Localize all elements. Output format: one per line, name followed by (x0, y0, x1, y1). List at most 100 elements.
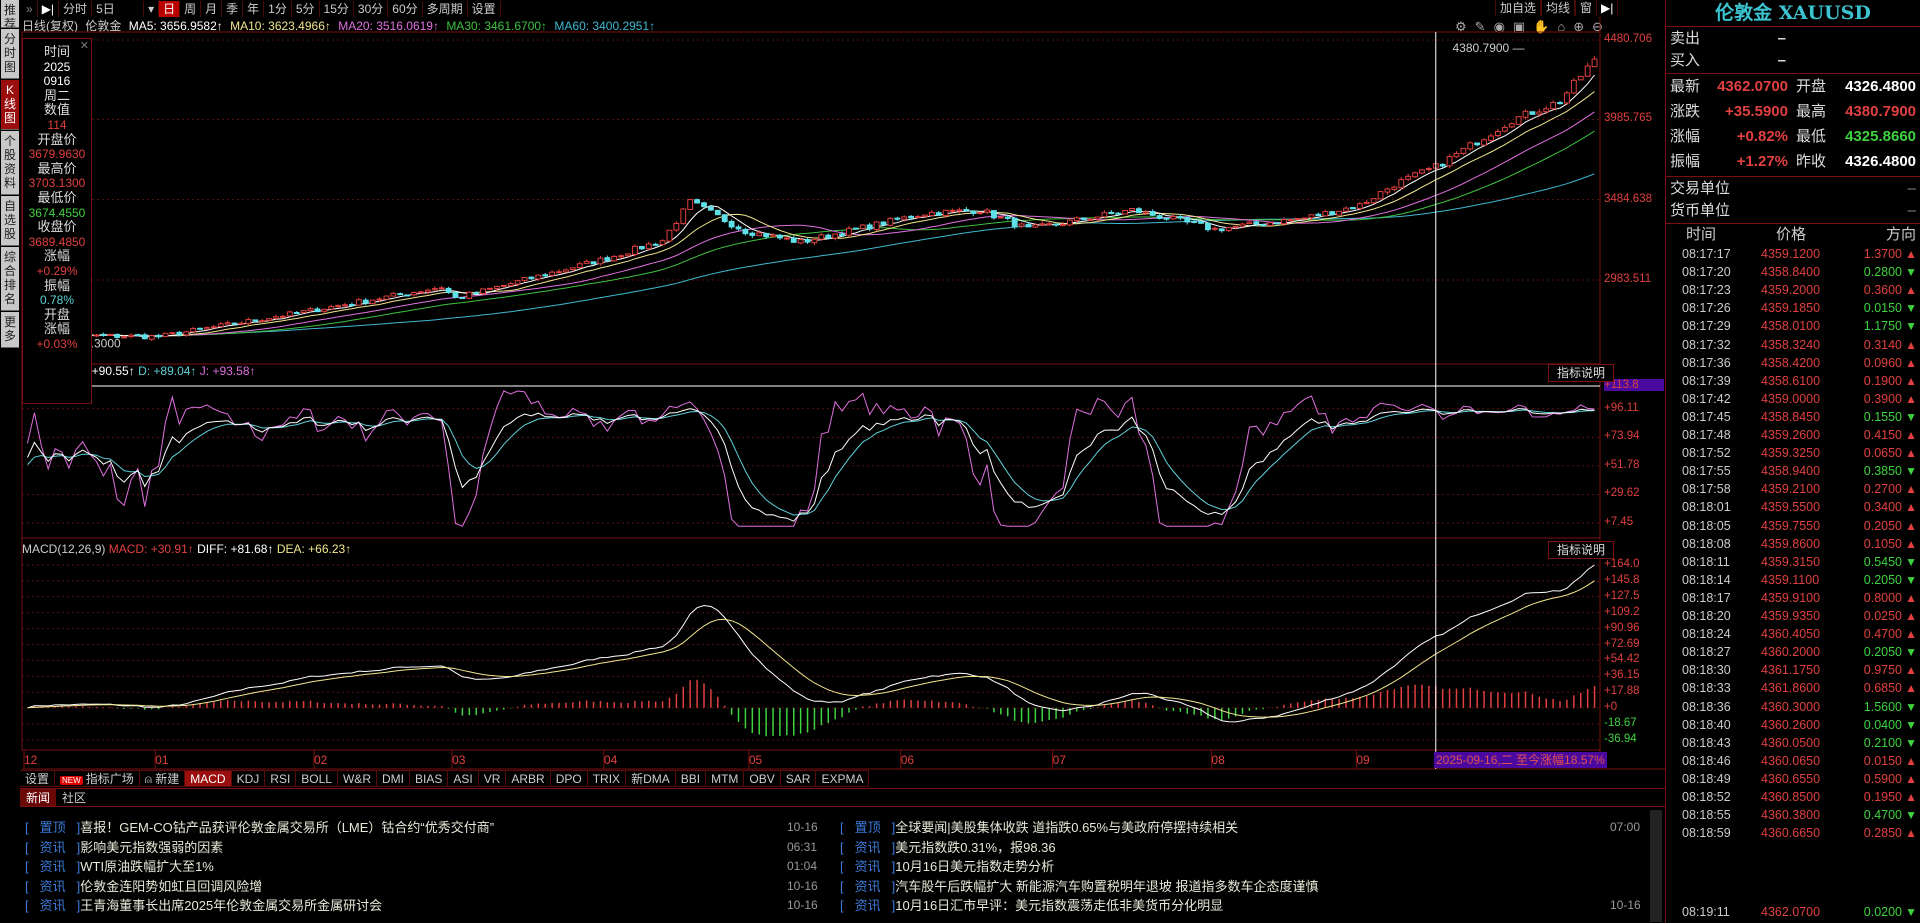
news-tag[interactable]: 资讯 (844, 877, 892, 896)
indicator-tab-label: SAR (785, 772, 811, 786)
news-title[interactable]: 汽车股午后跌幅扩大 新能源汽车购置税明年退坡 报道指多数车企态度谨慎 (895, 879, 1318, 894)
candle (445, 287, 452, 293)
indicator-tab-14[interactable]: TRIX (587, 770, 627, 787)
candle (1329, 211, 1336, 216)
candle (141, 334, 148, 340)
indicator-tab-6[interactable]: BOLL (296, 770, 338, 787)
news-tag[interactable]: 置顶 (29, 818, 77, 837)
indicator-tab-0[interactable]: 设置 (20, 770, 56, 787)
news-item[interactable]: [资讯]WTI原油跌幅扩大至1% 01:04 (25, 857, 847, 876)
macd-axis-label: -18.67 (1604, 717, 1637, 730)
candle (542, 274, 549, 277)
news-title[interactable]: 美元指数跌0.31%，报98.36 (895, 840, 1055, 855)
news-tag[interactable]: 资讯 (844, 857, 892, 876)
x-axis-label: 06 (901, 753, 915, 767)
candle (521, 277, 528, 281)
trade-price: 4359.9100 (1761, 590, 1821, 605)
news-title[interactable]: 王青海董事长出席2025年伦敦金属交易所金属研讨会 (80, 898, 382, 913)
candle (1481, 139, 1488, 146)
indicator-tab-17[interactable]: MTM (706, 770, 745, 787)
trade-price: 4358.0100 (1761, 319, 1821, 334)
news-item[interactable]: [资讯]伦敦金连阳势如虹且回调风险增 10-16 (25, 877, 847, 896)
news-tag[interactable]: 资讯 (844, 896, 892, 915)
indicator-tab-10[interactable]: ASI (448, 770, 479, 787)
news-title[interactable]: 10月16日汇市早评：美元指数震荡走低非美货币分化明显 (895, 898, 1223, 913)
candle (1253, 221, 1260, 225)
arrow-down-icon: ▼ (1905, 905, 1917, 919)
news-tag[interactable]: 资讯 (29, 857, 77, 876)
candle (1301, 217, 1308, 220)
news-tab-0[interactable]: 新闻 (20, 789, 57, 806)
news-item[interactable]: [资讯]汽车股午后跌幅扩大 新能源汽车购置税明年退坡 报道指多数车企态度谨慎 (840, 877, 1670, 896)
candle (956, 209, 963, 212)
indicator-tab-label: BIAS (414, 772, 443, 786)
info-item: 3703.1300 (28, 176, 86, 191)
close-icon[interactable]: ✕ (80, 39, 89, 54)
news-item[interactable]: [置顶]喜报！GEM-CO钴产品获评伦敦金属交易所（LME）钴合约“优秀交付商”… (25, 818, 847, 837)
indicator-tab-20[interactable]: EXPMA (816, 770, 870, 787)
arrow-up-icon: ▲ (1905, 446, 1917, 461)
indicator-tab-19[interactable]: SAR (780, 770, 817, 787)
news-tag[interactable]: 资讯 (29, 896, 77, 915)
info-item: 最高价 (37, 160, 77, 176)
trade-row: 08:18:14 4359.1100 0.2050 ▼ (1666, 571, 1920, 589)
indicator-tab-16[interactable]: BBI (675, 770, 707, 787)
trade-row: 08:17:29 4358.0100 1.1750 ▼ (1666, 317, 1920, 335)
news-title[interactable]: 伦敦金连阳势如虹且回调风险增 (80, 879, 262, 894)
indicator-tab-1[interactable]: NEW 指标广场 (55, 770, 140, 787)
indicator-tab-18[interactable]: OBV (744, 770, 781, 787)
indicator-tab-7[interactable]: W&R (337, 770, 377, 787)
arrow-up-icon: ▲ (1905, 247, 1917, 261)
indicator-tab-11[interactable]: VR (478, 770, 507, 787)
candle (1584, 65, 1591, 77)
news-item[interactable]: [置顶]全球要闻|美股集体收跌 道指跌0.65%与美政府停摆持续相关 07:00 (840, 818, 1670, 837)
trade-price: 4359.3150 (1761, 554, 1821, 569)
news-title[interactable]: 全球要闻|美股集体收跌 道指跌0.65%与美政府停摆持续相关 (895, 820, 1238, 835)
news-item[interactable]: [资讯]影响美元指数强弱的因素 06:31 (25, 838, 847, 857)
candle (210, 326, 217, 329)
news-scrollbar[interactable] (1650, 810, 1662, 922)
buy-row: 买入 – (1670, 50, 1916, 72)
info-item: 涨幅 (43, 248, 70, 264)
candle (597, 257, 604, 265)
sell-label: 卖出 (1670, 30, 1701, 47)
candle (162, 332, 169, 337)
candle (832, 233, 839, 239)
news-tag[interactable]: 资讯 (29, 877, 77, 896)
news-tag[interactable]: 资讯 (29, 838, 77, 857)
trade-price: 4360.4050 (1761, 627, 1821, 642)
news-title[interactable]: 影响美元指数强弱的因素 (80, 840, 223, 855)
kdj-explain-button[interactable]: 指标说明 (1548, 364, 1615, 382)
indicator-tab-13[interactable]: DPO (550, 770, 588, 787)
news-tag[interactable]: 资讯 (844, 838, 892, 857)
indicator-tab-4[interactable]: KDJ (231, 770, 266, 787)
quote-label: 振幅 (1670, 153, 1701, 170)
candle (217, 323, 224, 328)
candle (1060, 223, 1066, 226)
trade-row: 08:18:49 4360.6550 0.5900 ▲ (1666, 770, 1920, 788)
news-item[interactable]: [资讯]10月16日汇市早评：美元指数震荡走低非美货币分化明显 10-16 (840, 896, 1670, 915)
indicator-tab-5[interactable]: RSI (265, 770, 297, 787)
news-item[interactable]: [资讯]王青海董事长出席2025年伦敦金属交易所金属研讨会 10-16 (25, 896, 847, 915)
candle (1142, 211, 1149, 214)
candle (818, 234, 825, 240)
indicator-tab-15[interactable]: 新DMA (626, 770, 676, 787)
indicator-tab-label: EXPMA (821, 772, 864, 786)
indicator-tab-8[interactable]: DMI (376, 770, 410, 787)
macd-explain-button[interactable]: 指标说明 (1548, 541, 1615, 559)
news-tab-1[interactable]: 社区 (56, 789, 92, 806)
news-item[interactable]: [资讯]美元指数跌0.31%，报98.36 (840, 838, 1670, 857)
macd-diff: DIFF: +81.68↑ (197, 542, 274, 556)
news-title[interactable]: 10月16日美元指数走势分析 (895, 859, 1054, 874)
news-tag[interactable]: 置顶 (844, 818, 892, 837)
news-item[interactable]: [资讯]10月16日美元指数走势分析 (840, 857, 1670, 876)
indicator-tab-2[interactable]: ⍝ 新建 (139, 770, 186, 787)
news-title[interactable]: 喜报！GEM-CO钴产品获评伦敦金属交易所（LME）钴合约“优秀交付商” (80, 820, 494, 835)
quote-value-2: 4326.4800 (1845, 153, 1916, 170)
news-title[interactable]: WTI原油跌幅扩大至1% (80, 859, 214, 874)
indicator-tab-9[interactable]: BIAS (409, 770, 449, 787)
indicator-tab-3[interactable]: MACD (185, 770, 232, 787)
indicator-tab-12[interactable]: ARBR (506, 770, 551, 787)
quote-label-2: 开盘 (1796, 78, 1827, 95)
candle (997, 216, 1004, 219)
